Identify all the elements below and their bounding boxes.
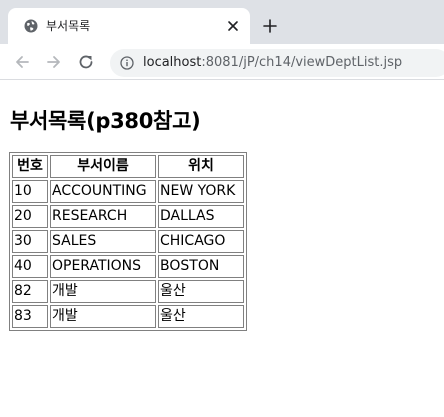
table-header-row: 번호 부서이름 위치 — [12, 155, 244, 178]
cell-dept-name: 개발 — [50, 305, 156, 328]
tab-strip: 부서목록 — [0, 0, 444, 44]
info-icon[interactable] — [120, 56, 134, 70]
header-number: 번호 — [12, 155, 48, 178]
url-path: :8081/jP/ch14/viewDeptList.jsp — [201, 55, 403, 70]
cell-dept-name: OPERATIONS — [50, 255, 156, 278]
table-row: 83 개발 울산 — [12, 305, 244, 328]
forward-arrow-icon[interactable] — [45, 53, 63, 71]
reload-icon[interactable] — [77, 53, 95, 71]
cell-location: DALLAS — [158, 205, 244, 228]
cell-number: 30 — [12, 230, 48, 253]
url-host: localhost — [143, 55, 202, 70]
dept-table: 번호 부서이름 위치 10 ACCOUNTING NEW YORK 20 RES… — [9, 152, 247, 331]
cell-number: 10 — [12, 180, 48, 203]
table-row: 30 SALES CHICAGO — [12, 230, 244, 253]
header-location: 위치 — [158, 155, 244, 178]
tab-title: 부서목록 — [46, 19, 91, 33]
close-icon[interactable] — [225, 18, 241, 34]
header-dept-name: 부서이름 — [50, 155, 156, 178]
globe-icon — [24, 19, 38, 33]
cell-location: BOSTON — [158, 255, 244, 278]
table-row: 40 OPERATIONS BOSTON — [12, 255, 244, 278]
cell-location: 울산 — [158, 280, 244, 303]
cell-number: 83 — [12, 305, 48, 328]
cell-dept-name: ACCOUNTING — [50, 180, 156, 203]
browser-toolbar: localhost:8081/jP/ch14/viewDeptList.jsp — [0, 44, 444, 80]
table-row: 10 ACCOUNTING NEW YORK — [12, 180, 244, 203]
address-bar[interactable]: localhost:8081/jP/ch14/viewDeptList.jsp — [110, 49, 444, 77]
cell-number: 40 — [12, 255, 48, 278]
cell-number: 82 — [12, 280, 48, 303]
url-text[interactable]: localhost:8081/jP/ch14/viewDeptList.jsp — [143, 55, 402, 71]
page-title: 부서목록(p380참고) — [10, 109, 201, 133]
plus-icon[interactable] — [262, 18, 278, 34]
table-row: 82 개발 울산 — [12, 280, 244, 303]
cell-location: 울산 — [158, 305, 244, 328]
back-arrow-icon[interactable] — [13, 53, 31, 71]
cell-dept-name: 개발 — [50, 280, 156, 303]
cell-dept-name: SALES — [50, 230, 156, 253]
cell-dept-name: RESEARCH — [50, 205, 156, 228]
browser-tab[interactable]: 부서목록 — [8, 8, 250, 44]
page-content: 부서목록(p380참고) 번호 부서이름 위치 10 ACCOUNTING NE… — [0, 81, 444, 417]
table-row: 20 RESEARCH DALLAS — [12, 205, 244, 228]
cell-location: CHICAGO — [158, 230, 244, 253]
cell-number: 20 — [12, 205, 48, 228]
cell-location: NEW YORK — [158, 180, 244, 203]
